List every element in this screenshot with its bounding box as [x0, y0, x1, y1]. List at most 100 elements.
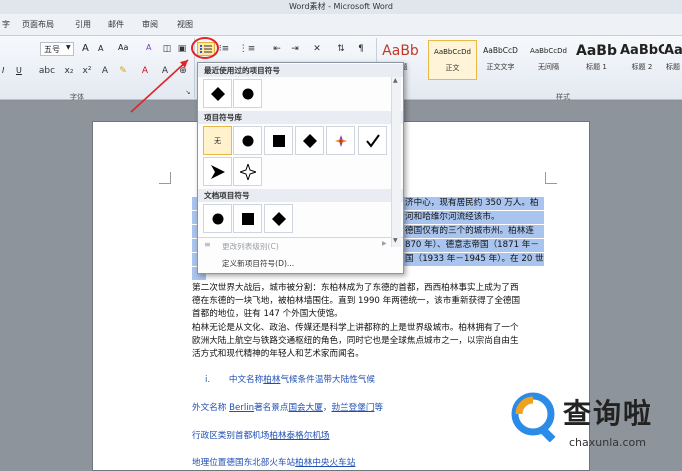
bullet-square-option[interactable]: [264, 126, 293, 155]
bullet-four-point-star-option[interactable]: [233, 157, 262, 186]
body-text-line: 柏林无论是从文化、政治、传媒还是科学上讲都称的上是世界级城市。柏林拥有了一个: [192, 323, 519, 333]
watermark-text: 查询啦: [563, 397, 654, 430]
change-case-button[interactable]: Aa: [118, 43, 128, 52]
chinese-layout-icon[interactable]: ✕: [310, 42, 324, 56]
hyperlink[interactable]: 柏林泰格尔机场: [269, 431, 329, 441]
style-body-text[interactable]: AaBbCcD 正文文字: [476, 40, 525, 80]
style-heading-2[interactable]: AaBbC 标题 2: [620, 40, 664, 80]
strikethrough-icon[interactable]: abc: [39, 64, 55, 78]
tab-review[interactable]: 审阅: [142, 19, 158, 30]
text-effects-icon[interactable]: A: [98, 64, 112, 78]
font-size-combo[interactable]: 五号 ▼: [40, 42, 74, 56]
four-point-star-icon: [239, 163, 256, 180]
tab-page-layout[interactable]: 页面布局: [22, 19, 54, 30]
increase-indent-icon[interactable]: ⇥: [288, 42, 302, 56]
style-sample: AaBbCcDd: [434, 48, 471, 56]
text: 地理位置德国东北部火车站: [192, 458, 296, 468]
highlight-icon[interactable]: ✎: [116, 64, 130, 78]
bullet-circle-option[interactable]: [233, 126, 262, 155]
bullet-circle-option[interactable]: [233, 79, 262, 108]
scroll-down-icon[interactable]: ▼: [393, 237, 398, 244]
bullet-diamond-option[interactable]: [295, 126, 324, 155]
margin-corner: [545, 172, 557, 184]
admin-line: 行政区类别首都机场柏林泰格尔机场: [192, 429, 330, 441]
numbering-icon[interactable]: ⁝≡: [217, 42, 231, 56]
italic-button[interactable]: I: [2, 66, 4, 75]
bullet-square-option[interactable]: [233, 204, 262, 233]
bullet-diamond-option[interactable]: [203, 79, 232, 108]
scroll-up-icon[interactable]: ▲: [393, 77, 398, 84]
define-new-bullet-item[interactable]: 定义新项目符号(D)...: [222, 258, 294, 269]
underline-button[interactable]: U: [16, 66, 22, 75]
bullet-check-option[interactable]: [358, 126, 387, 155]
document-bullets-header: 文档项目符号: [198, 189, 403, 202]
hyperlink[interactable]: 柏林: [263, 375, 280, 385]
tab-view[interactable]: 视图: [177, 19, 193, 30]
font-color-icon[interactable]: A: [138, 64, 152, 78]
dialog-launcher-icon[interactable]: ↘: [184, 88, 192, 96]
window-title: Word素材 - Microsoft Word: [288, 2, 394, 11]
diamond-icon: [302, 133, 317, 148]
decrease-indent-icon[interactable]: ⇤: [270, 42, 284, 56]
style-sample: AaBbCcDd: [530, 47, 567, 55]
diamond-icon: [271, 211, 286, 226]
show-marks-icon[interactable]: ¶: [354, 42, 368, 56]
body-text-line: 第二次世界大战后，城市被分割：东柏林成为了东德的首都，西西柏林事实上成为了西: [192, 283, 519, 293]
chevron-right-icon: ▶: [382, 240, 387, 247]
square-icon: [272, 134, 285, 147]
style-sample: AaBbCcD: [483, 46, 518, 55]
style-no-spacing[interactable]: AaBbCcDd 无间隔: [524, 40, 573, 80]
title-bar: Word素材 - Microsoft Word: [0, 0, 682, 14]
body-text-line: 活方式和现代精神的年轻人和艺术家而闻名。: [192, 349, 364, 359]
shrink-font-button[interactable]: A: [98, 44, 103, 53]
hyperlink[interactable]: 柏林中央火车站: [295, 458, 355, 468]
style-normal[interactable]: AaBbCcDd 正文: [428, 40, 477, 80]
enclose-char-icon[interactable]: ⊕: [176, 64, 190, 78]
tab-references[interactable]: 引用: [75, 19, 91, 30]
bullet-circle-option[interactable]: [203, 204, 232, 233]
char-shading-icon[interactable]: A: [158, 64, 172, 78]
style-heading-1[interactable]: AaBb 标题 1: [572, 40, 621, 80]
bullet-arrow-option[interactable]: [203, 157, 232, 186]
bullet-diamond-option[interactable]: [264, 204, 293, 233]
watermark-logo: 查询啦 chaxunla.com: [507, 384, 675, 464]
phonetic-guide-icon[interactable]: ◫: [160, 42, 174, 56]
clear-format-button[interactable]: A: [146, 43, 151, 52]
text: 等: [374, 403, 384, 413]
bullet-none-option[interactable]: 无: [203, 126, 232, 155]
bullet-library-dropdown: 最近使用过的项目符号 项目符号库 无 文档项目符号 ≡ 更改列表级别(C) ▶ …: [197, 62, 404, 274]
multilevel-list-icon[interactable]: ⋮≡: [239, 42, 256, 56]
hyperlink[interactable]: 勃兰登堡门: [331, 403, 374, 413]
circle-icon: [212, 213, 223, 224]
sort-icon[interactable]: ⇅: [334, 42, 348, 56]
char-border-icon[interactable]: ▣: [175, 42, 189, 56]
superscript-icon[interactable]: x²: [80, 64, 94, 78]
list-text: 气候条件温带大陆性气候: [280, 375, 375, 385]
menu-bar: 字 页面布局 引用 邮件 审阅 视图: [0, 14, 682, 36]
bullet-star-cluster-option[interactable]: [326, 126, 355, 155]
circle-icon: [242, 135, 253, 146]
chevron-down-icon: ▼: [66, 44, 71, 51]
body-text-line: 首都的地位，驻有 147 个外国大使馆。: [192, 309, 343, 319]
tab-mailings[interactable]: 邮件: [108, 19, 124, 30]
style-name: 正文文字: [486, 63, 515, 71]
foreign-name-line: 外文名称 Berlin著名景点国会大厦，勃兰登堡门等: [192, 401, 383, 413]
subscript-icon[interactable]: x₂: [62, 64, 76, 78]
hyperlink[interactable]: Berlin: [229, 403, 254, 413]
style-name: 标题 1: [586, 63, 607, 71]
margin-corner: [159, 172, 171, 184]
style-title-2[interactable]: AaB 标题: [664, 40, 682, 80]
magnifier-logo-icon: [511, 392, 556, 442]
dropdown-scrollbar[interactable]: ▲ ▼: [391, 77, 401, 247]
grow-font-button[interactable]: A: [82, 43, 89, 54]
list-item: i. 中文名称柏林气候条件温带大陆性气候: [205, 373, 375, 385]
body-text-line: 欧洲大陆上航空与铁路交通枢纽的角色，同时它也是全球焦点城市之一，以宗尚自由生: [192, 336, 519, 346]
hyperlink[interactable]: 国会大厦: [288, 403, 322, 413]
menu-edge-char: 字: [2, 20, 10, 29]
circle-icon: [242, 88, 253, 99]
font-size-value: 五号: [44, 45, 60, 54]
none-label: 无: [214, 136, 221, 145]
style-name: 正文: [445, 64, 460, 72]
style-sample: AaBb: [576, 43, 617, 59]
change-level-icon: ≡: [204, 240, 211, 249]
